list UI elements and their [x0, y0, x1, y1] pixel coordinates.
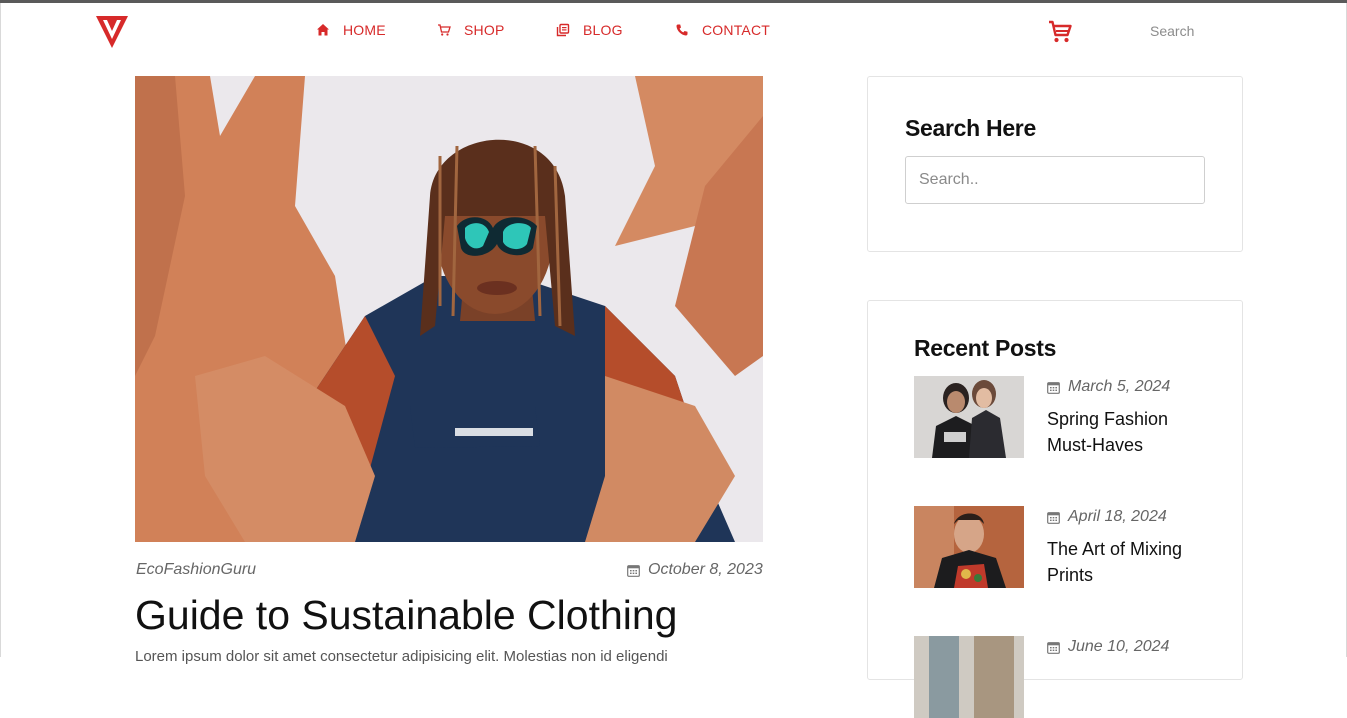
- recent-post-item[interactable]: June 10, 2024: [914, 636, 1214, 718]
- recent-post-date: March 5, 2024: [1047, 378, 1170, 396]
- recent-post-item[interactable]: March 5, 2024 Spring Fashion Must-Haves: [914, 376, 1214, 458]
- hero-photo: [135, 76, 763, 542]
- article-date: October 8, 2023: [627, 561, 763, 579]
- nav-blog-label: BLOG: [583, 22, 623, 38]
- article-hero-image: [135, 76, 763, 542]
- couple-photo: [914, 376, 1024, 458]
- phone-icon: [676, 24, 688, 36]
- sidebar-search-card: Search Here: [867, 76, 1243, 252]
- fashion-photo: [914, 636, 1024, 718]
- recent-post-date: April 18, 2024: [1047, 508, 1167, 526]
- header-search-input[interactable]: [1150, 20, 1240, 42]
- calendar-icon: [1047, 511, 1060, 524]
- recent-posts-heading: Recent Posts: [914, 335, 1057, 361]
- recent-post-thumbnail[interactable]: [914, 376, 1024, 458]
- sidebar-search-input[interactable]: [905, 156, 1205, 204]
- blog-icon: [556, 23, 570, 37]
- calendar-icon: [627, 564, 640, 577]
- nav-blog[interactable]: BLOG: [556, 22, 623, 38]
- recent-post-item[interactable]: April 18, 2024 The Art of Mixing Prints: [914, 506, 1214, 588]
- home-icon: [317, 24, 329, 36]
- shopping-cart-icon[interactable]: [1047, 19, 1073, 45]
- recent-post-thumbnail[interactable]: [914, 636, 1024, 718]
- article-date-text: October 8, 2023: [648, 561, 763, 578]
- recent-post-date-text: April 18, 2024: [1068, 508, 1167, 525]
- calendar-icon: [1047, 381, 1060, 394]
- nav-contact-label: CONTACT: [702, 22, 771, 38]
- recent-post-date-text: March 5, 2024: [1068, 378, 1171, 395]
- calendar-icon: [1047, 641, 1060, 654]
- sidebar-search-heading: Search Here: [905, 115, 1036, 141]
- recent-posts-card: Recent Posts March 5, 2024 Spring Fashio…: [867, 300, 1243, 718]
- recent-post-thumbnail[interactable]: [914, 506, 1024, 588]
- nav-shop-label: SHOP: [464, 22, 505, 38]
- recent-post-date: June 10, 2024: [1047, 638, 1169, 656]
- cart-icon: [438, 24, 451, 36]
- brand-logo[interactable]: [95, 14, 129, 50]
- article-title[interactable]: Guide to Sustainable Clothing: [135, 592, 677, 639]
- recent-post-title[interactable]: The Art of Mixing Prints: [1047, 536, 1207, 588]
- nav-home-label: HOME: [343, 22, 386, 38]
- article-author[interactable]: EcoFashionGuru: [136, 561, 256, 579]
- nav-home[interactable]: HOME: [316, 22, 386, 38]
- recent-post-date-text: June 10, 2024: [1068, 638, 1170, 655]
- man-portrait-photo: [914, 506, 1024, 588]
- recent-post-title[interactable]: Spring Fashion Must-Haves: [1047, 406, 1207, 458]
- nav-shop[interactable]: SHOP: [437, 22, 504, 38]
- nav-contact[interactable]: CONTACT: [675, 22, 770, 38]
